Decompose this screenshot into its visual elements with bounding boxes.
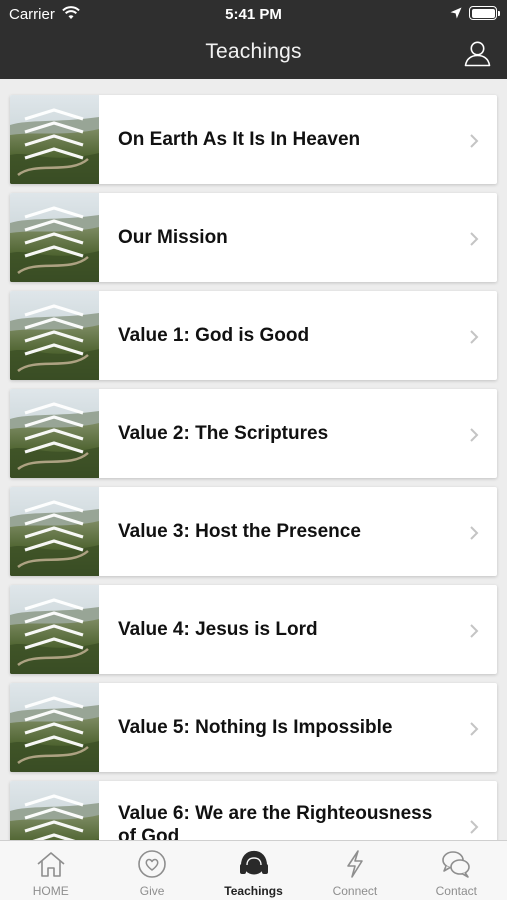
teaching-title: On Earth As It Is In Heaven [118, 129, 361, 150]
status-bar: Carrier 5:41 PM [0, 0, 507, 28]
tab-teachings-label: Teachings [224, 884, 283, 898]
chevron-right-icon [470, 330, 479, 344]
teaching-thumbnail [10, 193, 99, 282]
chevron-right-icon [470, 134, 479, 148]
teaching-row[interactable]: Value 1: God is Good [10, 291, 497, 380]
chevron-right-icon [470, 624, 479, 638]
teaching-thumbnail [10, 683, 99, 772]
chat-bubbles-icon [442, 851, 471, 878]
nav-bar: Teachings [0, 28, 507, 79]
battery-icon [469, 6, 500, 20]
teaching-title: Value 1: God is Good [118, 325, 310, 346]
teaching-thumbnail [10, 389, 99, 478]
chevron-right-icon [470, 428, 479, 442]
teachings-list[interactable]: On Earth As It Is In Heaven Our Mission … [0, 79, 507, 840]
top-bar: Carrier 5:41 PM Teachings [0, 0, 507, 79]
tab-connect-label: Connect [332, 884, 378, 898]
teaching-thumbnail [10, 585, 99, 674]
chevron-right-icon [470, 526, 479, 540]
teaching-title: Value 3: Host the Presence [118, 521, 361, 542]
lightning-icon [347, 850, 363, 878]
teaching-thumbnail [10, 291, 99, 380]
teaching-thumbnail [10, 95, 99, 184]
tab-teachings[interactable]: Teachings [203, 841, 304, 900]
heart-icon [138, 850, 166, 878]
tab-give-label: Give [139, 884, 165, 898]
teaching-row[interactable]: Value 3: Host the Presence [10, 487, 497, 576]
tab-give[interactable]: Give [101, 841, 202, 900]
teaching-row[interactable]: Value 2: The Scriptures [10, 389, 497, 478]
tab-home[interactable]: HOME [0, 841, 101, 900]
tab-bar: HOME Give Teachings Connect Contact [0, 840, 507, 900]
teaching-title: Value 6: We are the Righteousness of God [118, 803, 433, 840]
teaching-title: Our Mission [118, 227, 228, 248]
chevron-right-icon [470, 232, 479, 246]
teaching-thumbnail [10, 487, 99, 576]
location-arrow-icon [450, 7, 462, 19]
teaching-title: Value 2: The Scriptures [118, 423, 329, 444]
chevron-right-icon [470, 722, 479, 736]
teaching-thumbnail [10, 781, 99, 840]
teaching-row[interactable]: Value 6: We are the Righteousness of God [10, 781, 497, 840]
teaching-row[interactable]: On Earth As It Is In Heaven [10, 95, 497, 184]
teaching-title: Value 4: Jesus is Lord [118, 619, 318, 640]
teaching-title: Value 5: Nothing Is Impossible [118, 717, 393, 738]
page-title: Teachings [205, 40, 302, 63]
status-time: 5:41 PM [225, 6, 282, 23]
teaching-row[interactable]: Value 4: Jesus is Lord [10, 585, 497, 674]
chevron-right-icon [470, 820, 479, 834]
teaching-row[interactable]: Our Mission [10, 193, 497, 282]
teaching-row[interactable]: Value 5: Nothing Is Impossible [10, 683, 497, 772]
tab-contact-label: Contact [435, 884, 477, 898]
tab-connect[interactable]: Connect [304, 841, 405, 900]
tab-home-label: HOME [32, 884, 69, 898]
tab-contact[interactable]: Contact [406, 841, 507, 900]
profile-icon[interactable] [464, 40, 491, 67]
headphones-icon [239, 850, 268, 875]
home-icon [37, 852, 65, 877]
